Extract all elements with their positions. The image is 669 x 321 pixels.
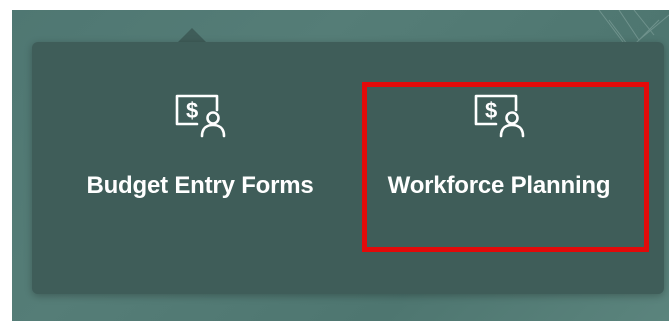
tile-workforce-planning[interactable]: $ Workforce Planning bbox=[364, 82, 634, 246]
navigator-popover: $ Budget Entry Forms $ Workforce Plannin… bbox=[32, 42, 664, 294]
popover-arrow bbox=[178, 28, 206, 42]
budget-person-icon: $ bbox=[474, 94, 525, 138]
page-background: $ Budget Entry Forms $ Workforce Plannin… bbox=[12, 10, 669, 321]
tile-label: Budget Entry Forms bbox=[86, 172, 314, 199]
svg-text:$: $ bbox=[186, 98, 198, 123]
budget-person-icon: $ bbox=[175, 94, 226, 138]
svg-text:$: $ bbox=[485, 98, 497, 123]
tile-budget-entry-forms[interactable]: $ Budget Entry Forms bbox=[50, 82, 350, 246]
tile-label: Workforce Planning bbox=[387, 172, 611, 199]
